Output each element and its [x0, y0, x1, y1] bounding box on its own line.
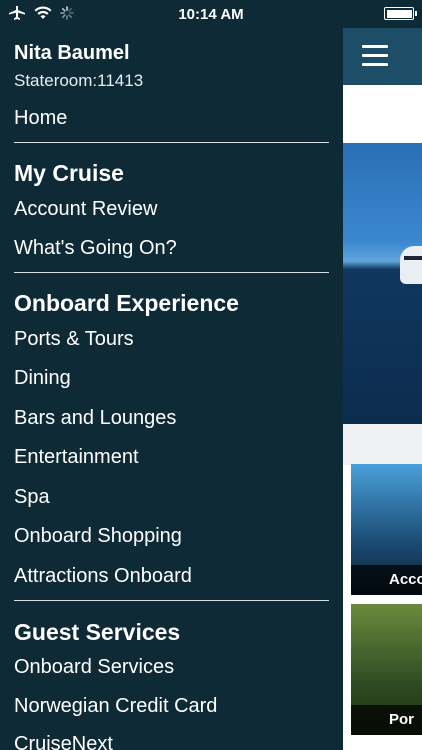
menu-item-dining[interactable]: Dining [14, 367, 71, 390]
top-navigation-bar [343, 28, 422, 85]
menu-item-bars-lounges[interactable]: Bars and Lounges [14, 407, 176, 430]
feature-card-ports[interactable]: Por [351, 604, 422, 735]
hero-image-ship-at-sea [343, 143, 422, 424]
divider [14, 600, 329, 601]
section-heading-my-cruise: My Cruise [14, 160, 124, 186]
menu-item-norwegian-credit-card[interactable]: Norwegian Credit Card [14, 695, 217, 718]
main-content-preview[interactable]: Acco Por [343, 0, 422, 750]
menu-item-cruisenext[interactable]: CruiseNext [14, 733, 113, 750]
user-name: Nita Baumel [14, 42, 130, 64]
stateroom-label: Stateroom: [14, 71, 98, 90]
status-bar: 10:14 AM [0, 0, 422, 28]
feature-card-account[interactable]: Acco [351, 464, 422, 595]
side-menu: Nita Baumel Stateroom:11413 Home My Crui… [0, 28, 343, 750]
menu-item-ports-tours[interactable]: Ports & Tours [14, 328, 134, 351]
ship-icon [400, 246, 422, 284]
menu-item-attractions-onboard[interactable]: Attractions Onboard [14, 565, 192, 588]
menu-item-account-review[interactable]: Account Review [14, 198, 157, 221]
section-spacer [343, 424, 422, 465]
status-time: 10:14 AM [178, 6, 244, 23]
menu-item-onboard-services[interactable]: Onboard Services [14, 656, 174, 679]
menu-item-whats-going-on[interactable]: What's Going On? [14, 237, 177, 260]
divider [14, 142, 329, 143]
menu-item-home[interactable]: Home [14, 107, 67, 130]
stateroom-number: 11413 [97, 71, 144, 90]
hamburger-menu-icon[interactable] [362, 45, 388, 67]
menu-item-entertainment[interactable]: Entertainment [14, 446, 139, 469]
section-heading-onboard-experience: Onboard Experience [14, 290, 239, 316]
section-heading-guest-services: Guest Services [14, 619, 181, 645]
divider [14, 272, 329, 273]
card-caption: Acco [389, 571, 422, 588]
stateroom-info: Stateroom:11413 [14, 71, 143, 91]
battery-icon [384, 7, 417, 20]
card-caption: Por [389, 711, 415, 728]
menu-item-spa[interactable]: Spa [14, 486, 50, 509]
menu-item-onboard-shopping[interactable]: Onboard Shopping [14, 525, 182, 548]
